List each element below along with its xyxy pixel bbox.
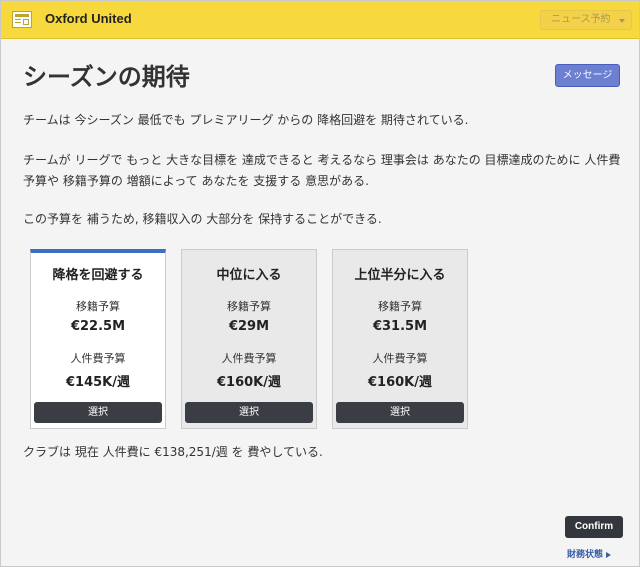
message-button[interactable]: メッセージ [555, 64, 620, 87]
current-wage-note: クラブは 現在 人件費に €138,251/週 を 費やしている. [23, 445, 323, 459]
transfer-budget-label: 移籍予算 [76, 300, 120, 313]
option-title: 上位半分に入る [354, 268, 446, 283]
top-bar: Oxford United ニュース予約 [1, 1, 639, 39]
wage-budget-value: €160K/週 [367, 375, 432, 390]
page-title: シーズンの期待 [23, 63, 190, 91]
option-card-avoid-relegation[interactable]: 降格を回避する 移籍予算 €22.5M 人件費予算 €145K/週 選択 [30, 249, 166, 429]
club-name[interactable]: Oxford United [45, 11, 132, 26]
confirm-button[interactable]: Confirm [565, 516, 623, 538]
option-title: 中位に入る [216, 268, 282, 283]
option-card-top-half[interactable]: 上位半分に入る 移籍予算 €31.5M 人件費予算 €160K/週 選択 [332, 249, 468, 429]
transfer-budget-value: €31.5M [372, 319, 428, 334]
select-button[interactable]: 選択 [336, 402, 464, 423]
select-button[interactable]: 選択 [185, 402, 313, 423]
board-support-text: チームが リーグで もっと 大きな目標を 達成できると 考えるなら 理事会は あ… [23, 153, 621, 188]
wage-budget-value: €160K/週 [216, 375, 281, 390]
news-schedule-button[interactable]: ニュース予約 [540, 10, 632, 30]
transfer-budget-value: €29M [228, 319, 270, 334]
arrow-right-icon [606, 551, 612, 558]
news-schedule-label: ニュース予約 [551, 14, 611, 25]
transfer-income-text: この予算を 補うため, 移籍収入の 大部分を 保持することができる. [23, 212, 382, 226]
wage-budget-value: €145K/週 [65, 375, 130, 390]
finance-status-link[interactable]: 財務状態 [567, 547, 612, 560]
wage-budget-label: 人件費予算 [70, 352, 126, 365]
option-title: 降格を回避する [52, 268, 144, 283]
expectation-text: チームは 今シーズン 最低でも プレミアリーグ からの 降格回避を 期待されてい… [23, 113, 469, 127]
app-window: Oxford United ニュース予約 シーズンの期待 メッセージ チームは … [0, 0, 640, 567]
finance-status-label: 財務状態 [567, 550, 604, 560]
wage-budget-label: 人件費予算 [372, 352, 428, 365]
wage-budget-label: 人件費予算 [221, 352, 277, 365]
transfer-budget-label: 移籍予算 [227, 300, 271, 313]
chevron-down-icon [619, 19, 625, 23]
transfer-budget-value: €22.5M [70, 319, 126, 334]
select-button[interactable]: 選択 [34, 402, 162, 423]
newspaper-icon [12, 11, 32, 28]
transfer-budget-label: 移籍予算 [378, 300, 422, 313]
option-card-mid-table[interactable]: 中位に入る 移籍予算 €29M 人件費予算 €160K/週 選択 [181, 249, 317, 429]
